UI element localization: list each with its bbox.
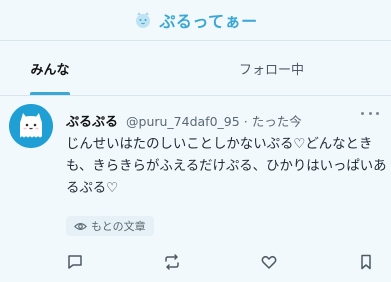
tab-following[interactable]: フォロー中 [100,41,391,95]
bookmark-icon[interactable] [358,254,378,274]
tab-everyone-label: みんな [30,62,70,78]
like-icon[interactable] [261,254,281,274]
avatar[interactable] [9,104,53,148]
app-title: ぷるってぁー [159,12,258,31]
post-timestamp[interactable]: たった今 [252,111,302,130]
eye-icon [74,222,87,230]
post-text: じんせいはたのしいことしかないぷる♡どんなときも、きらきらがふえるだけぷる、ひか… [66,137,387,196]
puru-icon [133,10,153,30]
brand[interactable]: ぷるってぁー [133,8,257,32]
post-actions [0,254,391,276]
tab-everyone[interactable]: みんな [0,41,100,95]
display-name[interactable]: ぷるぷる [66,111,118,130]
more-options-icon[interactable] [361,106,379,120]
user-handle[interactable]: @puru_74daf0_95 [126,114,240,129]
show-original-button[interactable]: もとの文章 [66,216,154,236]
repost-icon[interactable] [164,254,184,274]
show-original-label: もとの文章 [91,220,146,233]
timeline-tabs: みんな フォロー中 [0,41,391,96]
post-meta: ぷるぷる @puru_74daf0_95 · たった今 [66,111,381,130]
meta-separator: · [243,114,248,129]
reply-icon[interactable] [67,254,87,274]
ghost-cat-icon [9,104,53,148]
app-header: ぷるってぁー [0,0,391,41]
tab-following-label: フォロー中 [238,62,304,78]
post-card[interactable]: ぷるぷる @puru_74daf0_95 · たった今 じんせいはたのしいことし… [0,96,391,282]
